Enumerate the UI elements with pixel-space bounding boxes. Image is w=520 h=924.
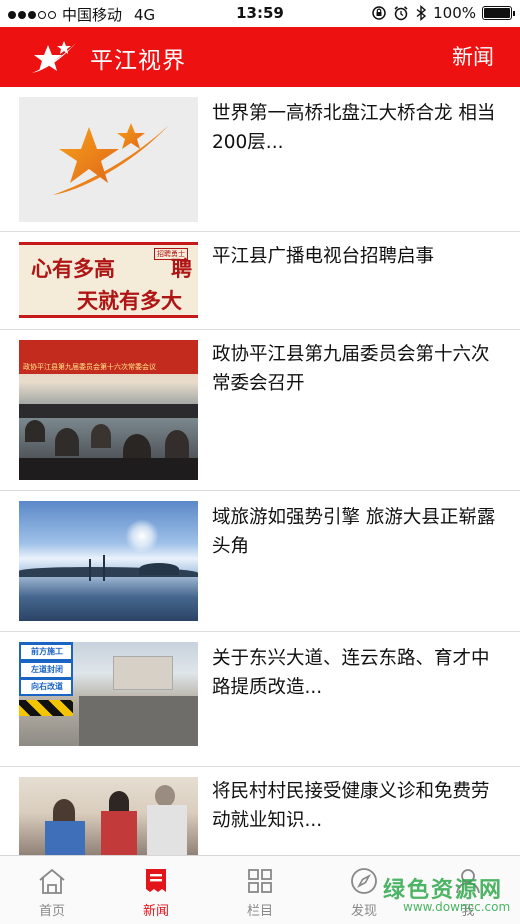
tab-news[interactable]: 新闻 [104, 856, 208, 924]
news-title: 平江县广播电视台招聘启事 [212, 246, 435, 267]
section-title: 新闻 [452, 45, 494, 69]
battery-icon [482, 6, 515, 20]
news-title: 政协平江县第九届委员会第十六次常委会召开 [212, 344, 490, 394]
meeting-banner-text: 政协平江县第九届委员会第十六次常委会议 [23, 363, 156, 371]
tab-label: 栏目 [246, 904, 273, 919]
road-sign-3: 向右改道 [31, 682, 63, 691]
news-title: 将民村村民接受健康义诊和免费劳动就业知识... [212, 781, 490, 831]
news-thumbnail: 政协平江县第九届委员会第十六次常委会议 [19, 340, 198, 480]
tab-columns[interactable]: 栏目 [208, 856, 312, 924]
app-logo-icon [32, 41, 76, 73]
thumb-slogan-1: 心有多高 [31, 256, 115, 281]
compass-icon [351, 868, 377, 894]
news-thumbnail [19, 97, 198, 222]
home-icon [39, 868, 65, 894]
road-sign-2: 左道封闭 [31, 665, 63, 674]
news-title: 域旅游如强势引擎 旅游大县正崭露头角 [212, 507, 496, 557]
news-item[interactable]: 政协平江县第九届委员会第十六次常委会议 政协平江县第九届委员会第十六次常委会召开 [0, 330, 520, 491]
watermark-url: www.downcc.com [403, 900, 511, 914]
thumb-slogan-2: 天就有多大 [77, 288, 182, 313]
watermark: 绿色资源网 www.downcc.com [383, 872, 513, 922]
news-thumbnail: 心有多高 聘 招聘勇士 天就有多大 [19, 242, 198, 318]
tab-label: 首页 [38, 904, 65, 919]
news-icon [146, 869, 166, 892]
news-item[interactable]: 前方施工 左道封闭 向右改道 关于东兴大道、连云东路、育才中路提质改造... [0, 632, 520, 767]
news-list: 世界第一高桥北盘江大桥合龙 相当200层... 心有多高 聘 招聘勇士 天就有多… [0, 87, 520, 867]
news-title: 世界第一高桥北盘江大桥合龙 相当200层... [212, 103, 496, 153]
app-title: 平江视界 [90, 48, 186, 74]
news-title: 关于东兴大道、连云东路、育才中路提质改造... [212, 648, 490, 698]
grid-icon [248, 869, 272, 893]
tab-home[interactable]: 首页 [0, 856, 104, 924]
battery-percent: 100% [433, 4, 476, 22]
news-thumbnail [19, 501, 198, 621]
news-thumbnail: 前方施工 左道封闭 向右改道 [19, 642, 198, 746]
road-sign-1: 前方施工 [31, 647, 63, 656]
thumb-badge: 招聘勇士 [154, 248, 188, 260]
bluetooth-icon [416, 5, 427, 21]
app-header: 平江视界 新闻 [0, 27, 520, 87]
tab-label: 新闻 [142, 904, 169, 919]
news-thumbnail [19, 777, 198, 867]
news-item[interactable]: 域旅游如强势引擎 旅游大县正崭露头角 [0, 491, 520, 632]
news-item[interactable]: 将民村村民接受健康义诊和免费劳动就业知识... [0, 767, 520, 867]
status-right: 100% [371, 4, 515, 22]
news-item[interactable]: 心有多高 聘 招聘勇士 天就有多大 平江县广播电视台招聘启事 [0, 232, 520, 330]
rotation-lock-icon [372, 6, 386, 20]
status-bar: 中国移动 4G 13:59 100% [0, 0, 520, 27]
alarm-icon [394, 6, 408, 21]
news-item[interactable]: 世界第一高桥北盘江大桥合龙 相当200层... [0, 87, 520, 232]
